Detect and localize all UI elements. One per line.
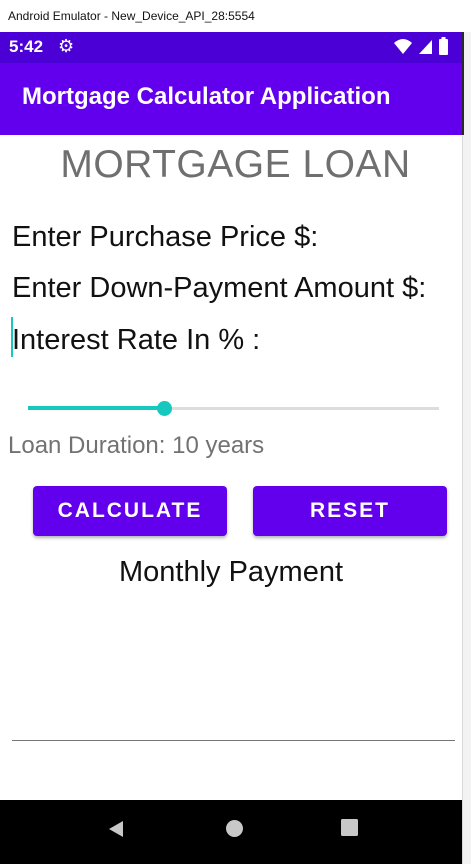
monthly-payment-output — [12, 732, 455, 741]
emulator-window-title: Android Emulator - New_Device_API_28:555… — [8, 9, 255, 23]
slider-thumb[interactable] — [157, 401, 172, 416]
home-icon[interactable] — [225, 819, 244, 838]
slider-fill — [28, 406, 164, 410]
device-screen: 5:42 ⚙ Mortgage Calculator Application M… — [0, 32, 462, 864]
purchase-price-input[interactable] — [12, 215, 452, 259]
page-heading: MORTGAGE LOAN — [60, 143, 411, 186]
app-bar: Mortgage Calculator Application — [0, 63, 462, 135]
down-payment-input[interactable] — [12, 266, 452, 310]
emulator-frame-edge — [462, 32, 464, 135]
gear-icon: ⚙ — [58, 36, 75, 56]
status-time: 5:42 — [9, 37, 44, 56]
navigation-bar — [0, 800, 462, 864]
app-title: Mortgage Calculator Application — [22, 83, 391, 110]
calculate-button[interactable]: CALCULATE — [33, 486, 227, 536]
reset-button[interactable]: RESET — [253, 486, 447, 536]
battery-icon — [439, 37, 448, 55]
emulator-titlebar: Android Emulator - New_Device_API_28:555… — [0, 0, 471, 33]
loan-duration-label: Loan Duration: 10 years — [8, 432, 265, 459]
back-icon[interactable] — [106, 819, 126, 839]
loan-duration-slider[interactable] — [28, 401, 439, 416]
status-icons — [394, 37, 448, 55]
text-cursor — [11, 317, 13, 357]
signal-icon — [419, 40, 432, 54]
interest-rate-input[interactable] — [12, 318, 452, 362]
wifi-icon — [394, 39, 412, 54]
status-bar: 5:42 ⚙ — [0, 32, 462, 63]
monthly-payment-label: Monthly Payment — [118, 556, 344, 588]
recents-icon[interactable] — [341, 819, 358, 836]
